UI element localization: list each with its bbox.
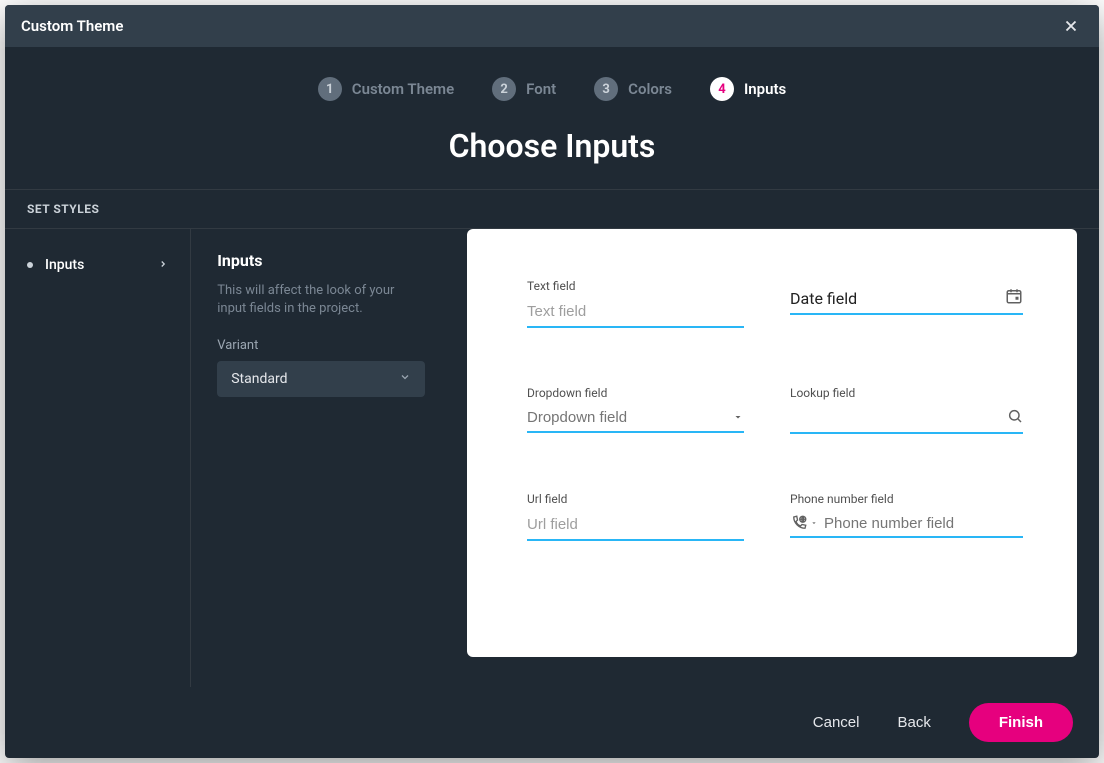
chevron-right-icon: [158, 257, 168, 273]
dropdown-field-label: Dropdown field: [527, 386, 744, 400]
lookup-field-value: [790, 410, 1001, 427]
variant-label: Variant: [217, 338, 425, 353]
close-button[interactable]: [1059, 14, 1083, 38]
calendar-icon: [1005, 287, 1023, 309]
dropdown-field-value: [527, 409, 726, 426]
step-label: Custom Theme: [352, 80, 454, 98]
step-font[interactable]: 2 Font: [492, 77, 556, 101]
phone-field-value: [824, 515, 1023, 532]
step-num: 1: [318, 77, 342, 101]
stepper-heading: Choose Inputs: [5, 127, 1099, 165]
variant-value: Standard: [231, 371, 287, 387]
settings-panel: Inputs This will affect the look of your…: [191, 229, 451, 687]
step-num: 4: [710, 77, 734, 101]
phone-field-label: Phone number field: [790, 492, 1023, 506]
sidebar-item-label: Inputs: [45, 257, 84, 273]
url-field-preview: Url field: [527, 492, 744, 541]
body: Inputs Inputs This will affect the look …: [5, 229, 1099, 687]
text-field-input[interactable]: [527, 297, 744, 328]
preview-area: Text field Date field Dropdow: [451, 229, 1099, 687]
dialog-title: Custom Theme: [21, 17, 123, 35]
date-field-value: Date field: [790, 289, 857, 308]
footer: Cancel Back Finish: [5, 687, 1099, 758]
text-field-preview: Text field: [527, 279, 744, 328]
step-colors[interactable]: 3 Colors: [594, 77, 672, 101]
sidebar: Inputs: [5, 229, 191, 687]
caret-down-icon: [732, 408, 744, 427]
phone-globe-icon: [790, 514, 818, 532]
panel-heading: Inputs: [217, 251, 425, 270]
step-num: 3: [594, 77, 618, 101]
lookup-field-label: Lookup field: [790, 386, 1023, 400]
back-button[interactable]: Back: [897, 714, 930, 731]
stepper: 1 Custom Theme 2 Font 3 Colors 4 Inputs …: [5, 47, 1099, 190]
sidebar-item-inputs[interactable]: Inputs: [5, 247, 190, 283]
panel-description: This will affect the look of your input …: [217, 282, 425, 318]
dropdown-field-preview: Dropdown field: [527, 386, 744, 434]
section-label: SET STYLES: [5, 190, 1099, 229]
close-icon: [1062, 17, 1080, 35]
date-field-preview: Date field: [790, 279, 1023, 328]
url-field-label: Url field: [527, 492, 744, 506]
date-field-input[interactable]: Date field: [790, 283, 1023, 315]
dropdown-field-input[interactable]: [527, 404, 744, 433]
cancel-button[interactable]: Cancel: [813, 714, 860, 731]
step-custom-theme[interactable]: 1 Custom Theme: [318, 77, 454, 101]
phone-field-input[interactable]: [790, 510, 1023, 538]
text-field-label: Text field: [527, 279, 744, 293]
titlebar: Custom Theme: [5, 5, 1099, 47]
lookup-field-input[interactable]: [790, 404, 1023, 434]
lookup-field-preview: Lookup field: [790, 386, 1023, 434]
chevron-down-icon: [399, 371, 411, 387]
dialog: Custom Theme 1 Custom Theme 2 Font 3 Col…: [5, 5, 1099, 758]
step-num: 2: [492, 77, 516, 101]
url-field-input[interactable]: [527, 510, 744, 541]
step-label: Font: [526, 80, 556, 98]
preview-grid: Text field Date field Dropdow: [527, 279, 1017, 541]
step-label: Inputs: [744, 80, 786, 98]
stepper-row: 1 Custom Theme 2 Font 3 Colors 4 Inputs: [5, 77, 1099, 101]
finish-button[interactable]: Finish: [969, 703, 1073, 742]
phone-field-preview: Phone number field: [790, 492, 1023, 541]
step-inputs[interactable]: 4 Inputs: [710, 77, 786, 101]
bullet-icon: [27, 262, 33, 268]
variant-dropdown[interactable]: Standard: [217, 361, 425, 397]
preview-card: Text field Date field Dropdow: [467, 229, 1077, 657]
step-label: Colors: [628, 80, 672, 98]
search-icon: [1007, 408, 1023, 428]
